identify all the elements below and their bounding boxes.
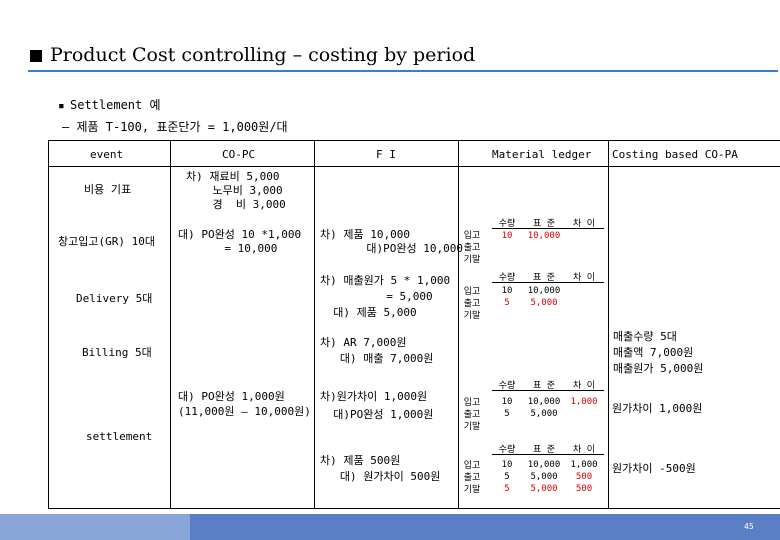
subtitle-bullet-icon: ▪ [58,99,65,112]
cbp-settlement-1: 원가차이 1,000원 [612,402,703,415]
cbp-billing-line-1: 매출수량 5대 [613,330,677,343]
column-divider [48,140,49,508]
title-bullet-icon [30,50,42,62]
ml2-qty-out: 5 [504,298,510,308]
ml3-rule [492,390,604,391]
ml2-qty-in: 10 [501,286,513,296]
ml2-rule [492,282,604,283]
fi-delivery-line-3: 대) 제품 5,000 [320,306,417,319]
copc-cost-line-2: 노무비 3,000 [186,184,283,197]
header-costing-based-copa: Costing based CO-PA [612,148,738,161]
ml3-qty-in: 10 [501,397,513,407]
ml4-qty-end: 5 [504,484,510,494]
cbp-settlement-2: 원가차이 -500원 [612,462,696,475]
ml1-rule [492,228,604,229]
event-cost-posting: 비용 기표 [84,183,132,196]
footer-accent [0,514,190,540]
fi-settlement1-line-1: 차)원가차이 1,000원 [320,390,428,403]
title-divider [28,70,778,72]
ml1-qty-in: 10 [501,231,513,241]
copc-cost-line-3: 경 비 3,000 [186,198,286,211]
ml3-qty-out: 5 [504,409,510,419]
ml3-label-end: 기말 [463,422,481,432]
table-header-border [48,166,780,167]
fi-settlement2-line-2: 대) 원가차이 500원 [320,470,441,483]
fi-gr-line-2: 대)PO완성 10,000 [320,242,463,255]
copc-gr-line-1: 대) PO완성 10 *1,000 [178,228,302,241]
ml4-label-out: 출고 [463,473,481,483]
ml4-label-end: 기말 [463,485,481,495]
ml1-label-end: 기말 [463,255,481,265]
ml1-std-in: 10,000 [527,231,561,241]
column-divider [608,140,609,508]
ml4-qty-out: 5 [504,472,510,482]
header-copc: CO-PC [222,148,256,161]
table-top-border [48,140,780,141]
copc-cost-line-1: 차) 재료비 5,000 [186,170,280,183]
fi-delivery-line-1: 차) 매출원가 5 * 1,000 [320,274,451,287]
page-title: Product Cost controlling – costing by pe… [50,44,476,66]
ml3-var-in: 1,000 [570,397,598,407]
ml3-std-in: 10,000 [527,397,561,407]
ml4-std-in: 10,000 [527,460,561,470]
ml1-label-in: 입고 [463,231,481,241]
header-event: event [90,148,124,161]
ml4-label-in: 입고 [463,461,481,471]
column-divider [170,140,171,508]
subtitle-line-1: Settlement 예 [70,98,161,112]
copc-gr-line-2: = 10,000 [178,242,278,255]
fi-settlement1-line-2: 대)PO완성 1,000원 [320,408,434,421]
ml4-var-out: 500 [575,472,593,482]
fi-billing-line-1: 차) AR 7,000원 [320,336,407,349]
fi-delivery-line-2: = 5,000 [320,290,433,303]
ml2-label-end: 기말 [463,311,481,321]
cbp-billing-line-3: 매출원가 5,000원 [613,362,704,375]
subtitle-line-2: – 제품 T-100, 표준단가 = 1,000원/대 [62,120,288,134]
header-material-ledger: Material ledger [492,148,592,161]
ml2-std-in: 10,000 [527,286,561,296]
header-fi: F I [376,148,396,161]
copc-settlement-line-2: (11,000원 – 10,000원) [178,405,311,418]
ml4-rule [492,454,604,455]
ml2-label-out: 출고 [463,299,481,309]
event-goods-receipt: 창고입고(GR) 10대 [58,235,155,248]
column-divider [314,140,315,508]
ml4-var-in: 1,000 [570,460,598,470]
ml3-std-out: 5,000 [530,409,558,419]
copc-settlement-line-1: 대) PO완성 1,000원 [178,390,285,403]
ml4-var-end: 500 [575,484,593,494]
ml4-qty-in: 10 [501,460,513,470]
ml1-label-out: 출고 [463,243,481,253]
ml3-label-in: 입고 [463,398,481,408]
page-number: 45 [744,522,754,531]
ml2-std-out: 5,000 [530,298,558,308]
fi-gr-line-1: 차) 제품 10,000 [320,228,410,241]
ml4-std-end: 5,000 [530,484,558,494]
event-delivery: Delivery 5대 [76,292,153,305]
cbp-billing-line-2: 매출액 7,000원 [613,346,694,359]
ml3-label-out: 출고 [463,410,481,420]
column-divider [458,140,459,508]
table-bottom-border [48,508,780,509]
fi-settlement2-line-1: 차) 제품 500원 [320,454,401,467]
event-billing: Billing 5대 [82,346,152,359]
ml2-label-in: 입고 [463,287,481,297]
event-settlement: settlement [86,430,153,443]
fi-billing-line-2: 대) 매출 7,000원 [320,352,434,365]
ml4-std-out: 5,000 [530,472,558,482]
